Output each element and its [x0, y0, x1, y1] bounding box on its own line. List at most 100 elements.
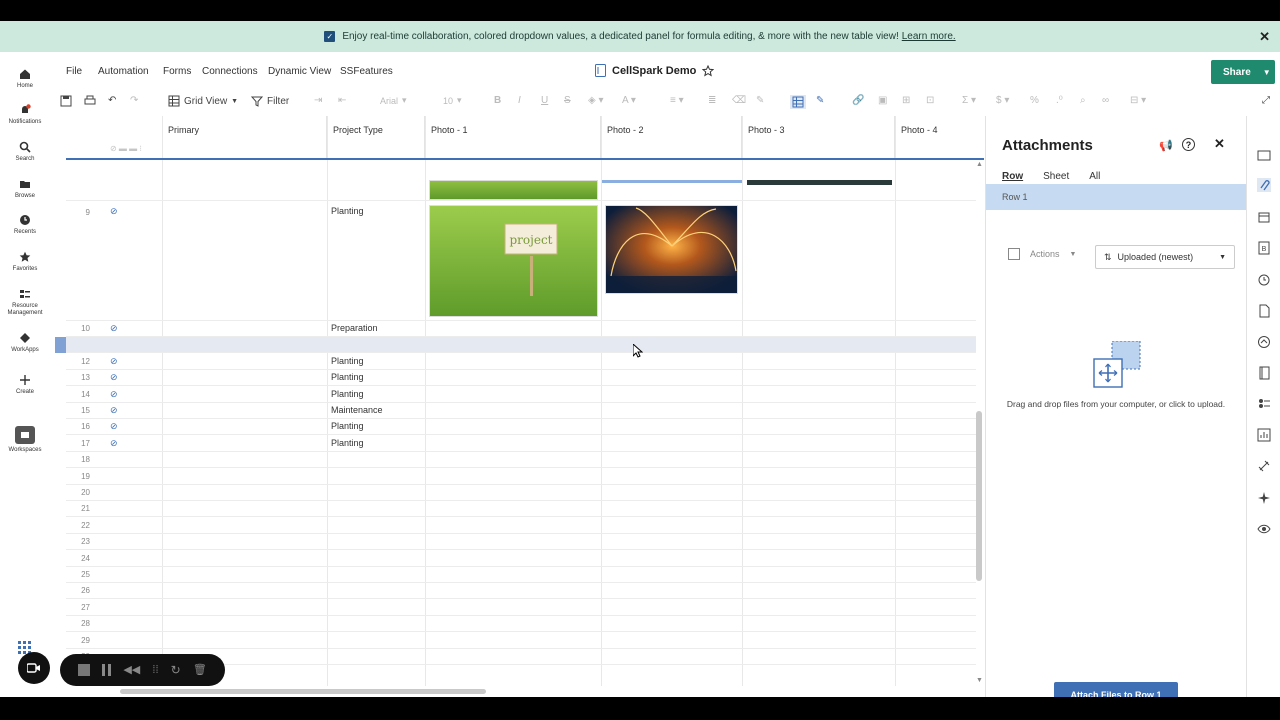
select-all-checkbox[interactable]	[1008, 248, 1020, 260]
menu-forms[interactable]: Forms	[163, 66, 191, 77]
people-list-icon[interactable]	[1257, 397, 1271, 411]
vertical-scrollbar[interactable]	[976, 411, 982, 581]
drop-zone-text[interactable]: Drag and drop files from your computer, …	[986, 399, 1246, 409]
summary-icon[interactable]: B	[1257, 241, 1271, 255]
font-family-select[interactable]: Arial ▾	[380, 95, 407, 106]
help-icon[interactable]: ?	[1182, 138, 1195, 151]
save-icon[interactable]	[60, 95, 72, 107]
table-row[interactable]: 22	[66, 518, 976, 534]
tab-sheet[interactable]: Sheet	[1043, 171, 1069, 182]
attachment-icon[interactable]: ⊘	[110, 372, 118, 383]
banner-learn-more-link[interactable]: Learn more.	[902, 31, 956, 42]
attachment-icon[interactable]: ⊘	[110, 405, 118, 416]
upload-drop-icon[interactable]	[1092, 341, 1142, 389]
nav-recents[interactable]: Recents	[0, 214, 50, 236]
attachment-icon[interactable]: ⊘	[110, 323, 118, 334]
project-type-cell[interactable]: Planting	[331, 389, 364, 399]
highlight-changes-icon[interactable]	[790, 95, 806, 109]
underline-icon[interactable]: U	[541, 95, 548, 106]
ai-sparkle-icon[interactable]	[1257, 491, 1271, 505]
menu-connections[interactable]: Connections	[202, 66, 258, 77]
grid-drag-icon[interactable]: ⁞⁞	[152, 664, 158, 676]
attachment-icon[interactable]: ⊘	[110, 421, 118, 432]
proofing-icon[interactable]	[1257, 210, 1271, 224]
align-icon[interactable]: ≡ ▾	[670, 95, 684, 106]
text-color-icon[interactable]: A ▾	[622, 95, 636, 106]
project-type-cell[interactable]: Preparation	[331, 323, 378, 333]
column-header-project-type[interactable]: Project Type	[327, 116, 425, 159]
indent-icon[interactable]: ⇥	[314, 95, 322, 106]
nav-resource-management[interactable]: Resource Management	[0, 288, 50, 317]
publish-icon[interactable]	[1257, 304, 1271, 318]
project-type-cell[interactable]: Maintenance	[331, 405, 383, 415]
table-row[interactable]: 25	[66, 567, 976, 583]
column-header-photo-2[interactable]: Photo - 2	[601, 116, 742, 159]
table-row[interactable]: 28	[66, 616, 976, 633]
clear-format-icon[interactable]: ⌫	[732, 95, 746, 106]
nav-workspaces[interactable]: Workspaces	[0, 426, 50, 454]
project-type-cell[interactable]: Planting	[331, 438, 364, 448]
scroll-down-icon[interactable]: ▼	[976, 677, 983, 684]
outdent-icon[interactable]: ⇤	[338, 95, 346, 106]
table-row[interactable]: 20	[66, 485, 976, 501]
attach-files-button[interactable]: Attach Files to Row 1	[1054, 682, 1178, 697]
grid-view-dropdown[interactable]: Grid View ▼	[168, 95, 238, 107]
table-row[interactable]: 23	[66, 534, 976, 551]
photo-thumbnail-partial[interactable]	[429, 180, 598, 200]
fill-color-icon[interactable]: ◈ ▾	[588, 95, 604, 106]
connector-icon[interactable]	[1257, 459, 1271, 473]
attachment-icon[interactable]: ⊘	[110, 206, 118, 217]
table-row[interactable]: 26	[66, 583, 976, 600]
banner-close-icon[interactable]: ✕	[1259, 29, 1270, 45]
column-header-photo-1[interactable]: Photo - 1	[425, 116, 601, 159]
report-icon[interactable]	[1257, 428, 1271, 442]
megaphone-icon[interactable]: 📢	[1159, 139, 1173, 152]
project-type-cell[interactable]: Planting	[331, 356, 364, 366]
sum-icon[interactable]: Σ ▾	[962, 95, 976, 106]
table-row[interactable]: 27	[66, 600, 976, 616]
nav-create[interactable]: Create	[0, 374, 50, 396]
table-row[interactable]: 29	[66, 633, 976, 649]
book-icon[interactable]	[1257, 366, 1271, 380]
pause-icon[interactable]	[102, 664, 112, 676]
activity-log-icon[interactable]	[1257, 273, 1271, 287]
currency-icon[interactable]: $ ▾	[996, 95, 1009, 106]
stop-icon[interactable]	[78, 664, 91, 676]
decimal-icon[interactable]: .⁰	[1056, 95, 1063, 106]
nav-browse[interactable]: Browse	[0, 178, 50, 200]
project-type-cell[interactable]: Planting	[331, 372, 364, 382]
link-icon[interactable]: 🔗	[852, 95, 864, 106]
image-icon[interactable]: ▣	[878, 95, 887, 106]
table-row[interactable]: 19	[66, 469, 976, 485]
share-dropdown-icon[interactable]: ▼	[1263, 68, 1271, 77]
pen-icon[interactable]: ✎	[816, 95, 824, 106]
table-row[interactable]: 18	[66, 452, 976, 469]
attachment-icon[interactable]: ⊘	[110, 438, 118, 449]
find-icon[interactable]: ⌕	[1080, 95, 1086, 106]
actions-menu[interactable]: Actions ▼	[1008, 248, 1076, 260]
wrap-icon[interactable]: ≣	[708, 95, 716, 106]
table-row[interactable]: 10 ⊘ Preparation	[66, 321, 976, 337]
redo-icon[interactable]: ↷	[130, 95, 138, 106]
table-row[interactable]: 21	[66, 501, 976, 518]
table-row[interactable]: 16 ⊘ Planting	[66, 419, 976, 436]
expand-icon[interactable]: ⤢	[1262, 95, 1270, 106]
delete-icon[interactable]: 🗑	[193, 664, 207, 676]
hierarchy-icon[interactable]: ⊞	[902, 95, 910, 106]
eye-icon[interactable]	[1257, 522, 1271, 536]
panel-close-icon[interactable]: ✕	[1214, 136, 1225, 152]
share-button[interactable]: Share ▼	[1211, 60, 1275, 84]
comments-icon[interactable]	[1257, 149, 1271, 163]
chart-icon[interactable]: ⊡	[926, 95, 934, 106]
column-header-photo-3[interactable]: Photo - 3	[742, 116, 895, 159]
percent-icon[interactable]: %	[1030, 95, 1039, 106]
menu-file[interactable]: File	[66, 66, 82, 77]
nav-workapps[interactable]: WorkApps	[0, 332, 50, 354]
bold-icon[interactable]: B	[494, 95, 501, 106]
format-painter-icon[interactable]: ✎	[756, 95, 764, 106]
menu-dynamic-view[interactable]: Dynamic View	[268, 66, 331, 77]
filter-button[interactable]: Filter	[251, 95, 289, 107]
tab-row[interactable]: Row	[1002, 171, 1023, 182]
photo-thumbnail-grass-sign[interactable]: project	[429, 205, 598, 317]
horizontal-scrollbar[interactable]	[120, 689, 486, 694]
